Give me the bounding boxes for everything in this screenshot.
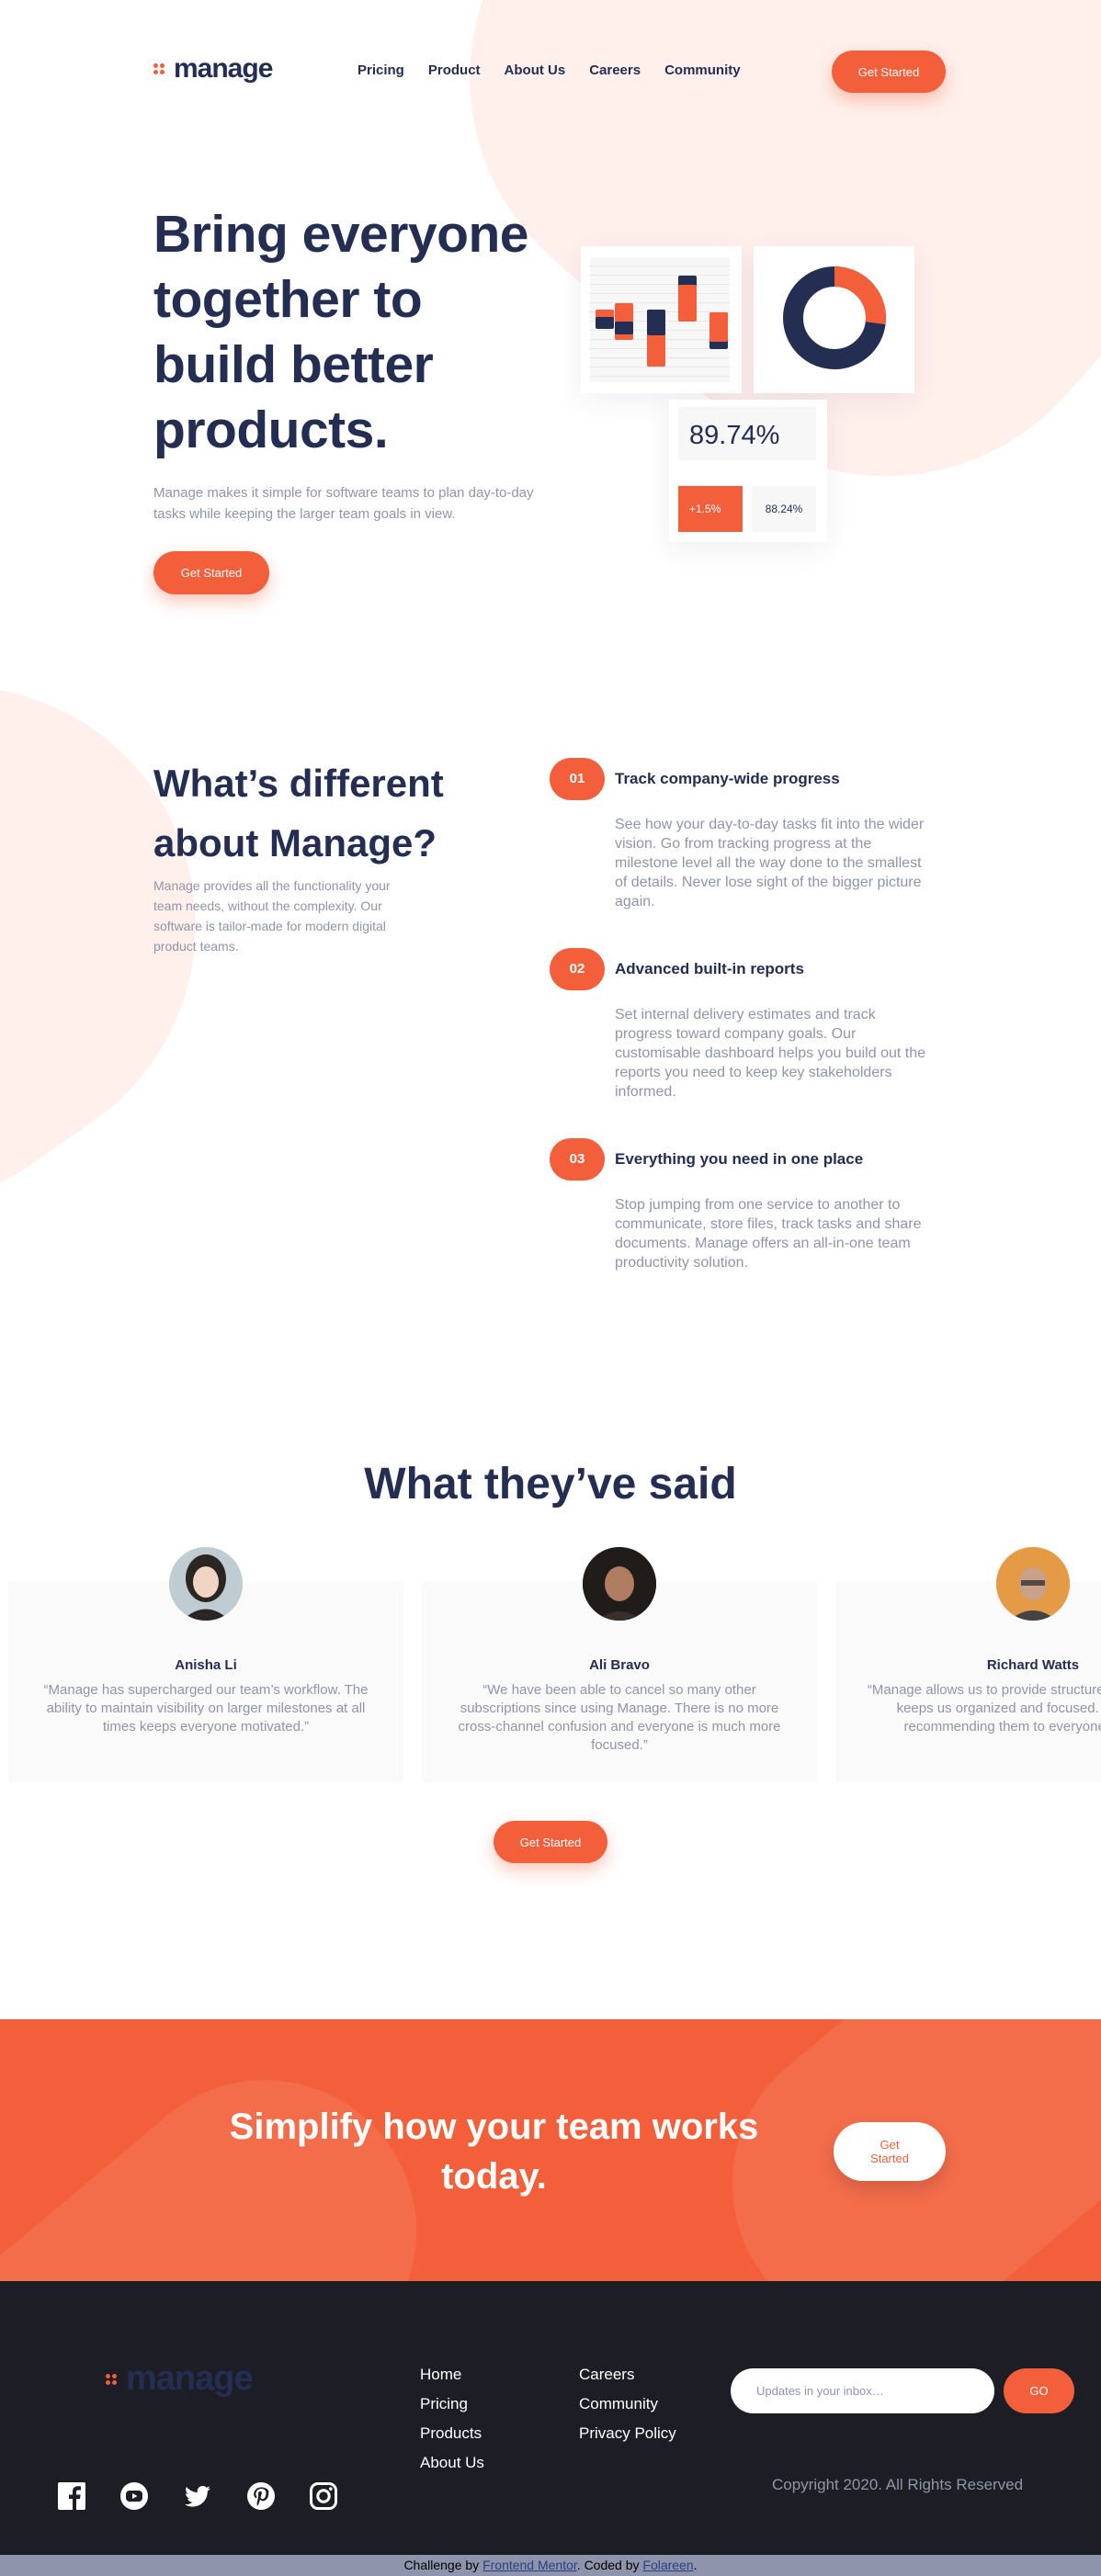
nav-community[interactable]: Community [664,62,741,78]
logo-mark-icon [153,61,166,77]
avatar [996,1547,1070,1621]
footer-link-about-us[interactable]: About Us [420,2448,484,2478]
footer-link-home[interactable]: Home [420,2360,484,2390]
subscribe-email-input[interactable] [731,2368,994,2413]
frontend-mentor-link[interactable]: Frontend Mentor [482,2558,577,2572]
nav-about-us[interactable]: About Us [505,62,566,78]
logo-text: manage [174,53,273,84]
testimonials-get-started-button[interactable]: Get Started [494,1821,607,1863]
nav-product[interactable]: Product [428,62,481,78]
different-text: Manage provides all the functionality yo… [153,878,391,954]
attribution-suffix: . [693,2558,698,2572]
testimonial-name: Richard Watts [986,1657,1080,1673]
footer-links-secondary: Careers Community Privacy Policy [579,2360,676,2448]
donut-chart-graphic [783,266,886,369]
feature-text: Stop jumping from one service to another… [615,1197,922,1271]
cta-title: Simplify how your team works today. [229,2107,759,2197]
logo-mark-icon [106,2371,119,2388]
footer-link-privacy-policy[interactable]: Privacy Policy [579,2419,676,2448]
copyright-text: Copyright 2020. All Rights Reserved [772,2476,1024,2493]
stat-change-value: +1.5% [678,486,743,532]
avatar [169,1547,243,1621]
author-link[interactable]: Folareen [642,2558,693,2572]
feature-title: Everything you need in one place [615,1150,864,1168]
feature-item: 03 Everything you need in one place Stop… [550,1138,936,1285]
hero-title: Bring everyone together to build better … [153,205,528,459]
instagram-icon[interactable] [309,2481,338,2511]
donut-chart-card [754,246,914,393]
testimonials-title: What they’ve said [364,1460,737,1508]
twitter-icon[interactable] [183,2481,212,2511]
feature-title: Advanced built-in reports [615,960,804,977]
footer-link-pricing[interactable]: Pricing [420,2390,484,2419]
logo[interactable]: manage [153,53,273,85]
big-stat-value: 89.74% [678,407,816,460]
feature-text: See how your day-to-day tasks fit into t… [615,817,925,910]
footer-logo-text: manage [126,2359,254,2398]
footer-links-primary: Home Pricing Products About Us [420,2360,484,2478]
cta-get-started-button[interactable]: Get Started [834,2122,946,2181]
feature-text: Set internal delivery estimates and trac… [615,1007,925,1100]
attribution-prefix: Challenge by [403,2558,480,2572]
feature-number-badge: 02 [550,948,605,990]
youtube-icon[interactable] [119,2481,149,2511]
pinterest-icon[interactable] [246,2481,276,2511]
testimonial-quote: “Manage allows us to provide structure a… [867,1682,1101,1734]
hero-text: Manage makes it simple for software team… [153,485,534,522]
different-title: What’s different about Manage? [153,762,444,864]
feature-item: 02 Advanced built-in reports Set interna… [550,948,936,1100]
footer: manage Home Pricing Products About Us Ca… [0,2281,1101,2555]
feature-number-badge: 01 [550,758,605,800]
feature-title: Track company-wide progress [615,770,840,787]
facebook-icon[interactable] [57,2481,86,2511]
testimonial-quote: “We have been able to cancel so many oth… [458,1682,781,1753]
cta-band: Simplify how your team works today. Get … [0,2019,1101,2281]
footer-logo[interactable]: manage [106,2359,254,2399]
feature-number-badge: 03 [550,1138,605,1181]
stat-card: 89.74% +1.5% 88.24% [669,400,827,542]
footer-link-community[interactable]: Community [579,2390,676,2419]
testimonial-name: Anisha Li [175,1657,237,1673]
avatar [583,1547,656,1621]
testimonial-quote: “Manage has supercharged our team’s work… [43,1682,369,1734]
hero-get-started-button[interactable]: Get Started [153,551,269,594]
main-nav: Pricing Product About Us Careers Communi… [358,62,765,78]
feature-item: 01 Track company-wide progress See how y… [550,758,936,910]
footer-link-products[interactable]: Products [420,2419,484,2448]
subscribe-go-button[interactable]: GO [1004,2368,1074,2413]
testimonial-name: Ali Bravo [589,1657,650,1673]
header-get-started-button[interactable]: Get Started [832,51,946,93]
testimonial-card: Richard Watts “Manage allows us to provi… [835,1582,1101,1782]
nav-pricing[interactable]: Pricing [358,62,404,78]
secondary-stat-value: 88.24% [752,486,816,532]
nav-careers[interactable]: Careers [589,62,641,78]
attribution-bar: Challenge by Frontend Mentor. Coded by F… [0,2555,1101,2576]
bar-chart-card [581,246,742,393]
bar-chart-graphic [590,257,730,382]
footer-link-careers[interactable]: Careers [579,2360,676,2390]
attribution-middle: . Coded by [576,2558,640,2572]
